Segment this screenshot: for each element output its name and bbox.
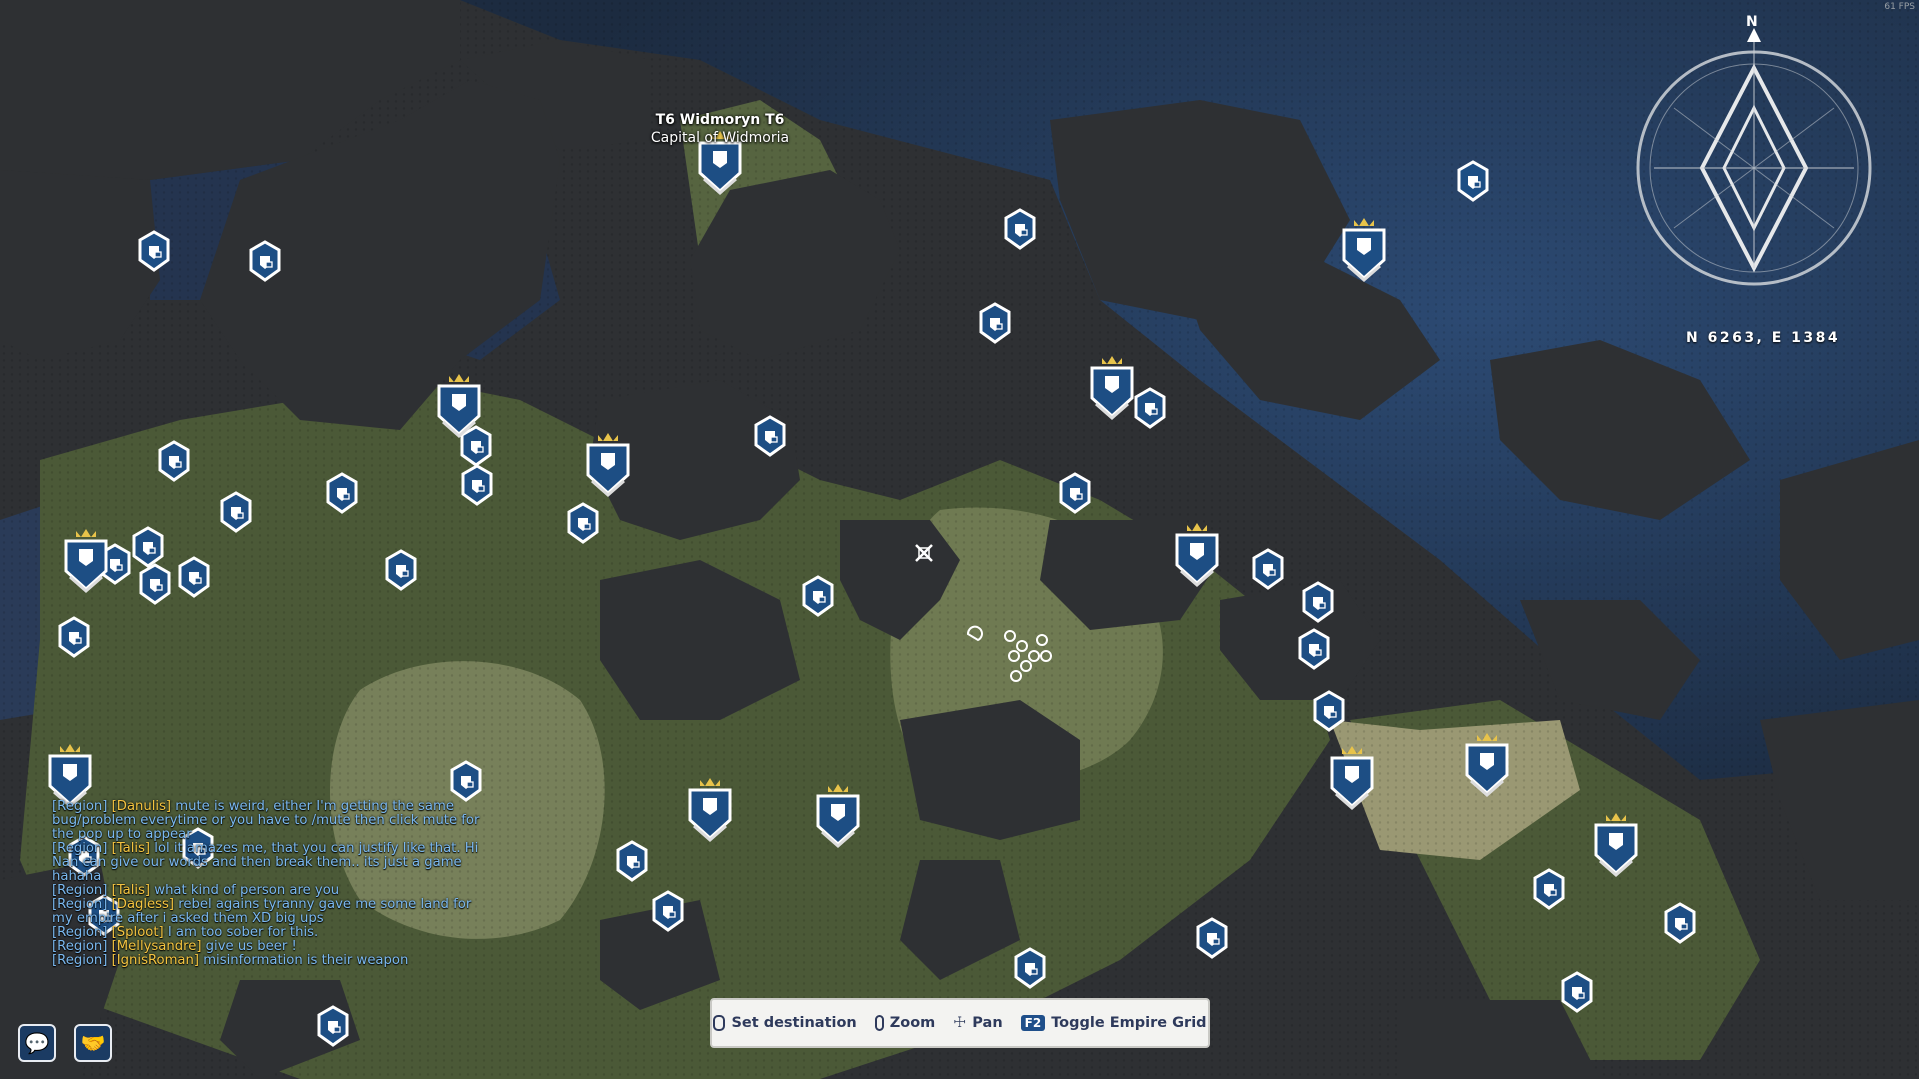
diplomacy-button[interactable]: 🤝 [74,1024,112,1062]
handshake-icon: 🤝 [80,1031,106,1055]
capital-subtitle: Capital of Widmoria [650,130,790,146]
fps-counter: 61 FPS [1884,2,1915,12]
set-destination-hint[interactable]: Set destination [713,1015,857,1031]
capital-title: T6 Widmoryn T6 [655,112,785,128]
chat-message: [Region] [Mellysandre] give us beer ! [52,939,297,954]
coordinates-readout: N 6263, E 1384 [1686,330,1841,346]
chat-message: [Region] [Sploot] I am too sober for thi… [52,925,319,940]
chat-button[interactable]: 💬 [18,1024,56,1062]
pan-icon: ☩ [953,1015,967,1031]
capital-label[interactable]: T6 Widmoryn T6 Capital of Widmoria [630,111,810,147]
mouse-left-icon [713,1015,726,1031]
chat-message: [Region] [Talis] lol it amazes me, that … [52,841,479,884]
map-controls-bar: Set destination Zoom ☩ Pan F2 Toggle Emp… [710,998,1210,1048]
chat-message: [Region] [IgnisRoman] misinformation is … [52,953,409,968]
toggle-empire-grid-button[interactable]: F2 Toggle Empire Grid [1020,1015,1207,1031]
f2-key-icon: F2 [1020,1015,1046,1031]
zoom-hint[interactable]: Zoom [874,1015,935,1031]
chat-icon: 💬 [24,1031,50,1055]
chat-message: [Region] [Dagless] rebel agains tyranny … [52,897,472,926]
chat-message: [Region] [Danulis] mute is weird, either… [52,799,480,842]
chat-log: [Region] [Danulis] mute is weird, either… [52,800,484,968]
chat-message: [Region] [Talis] what kind of person are… [52,883,340,898]
compass-north-label: N [1746,14,1758,30]
mouse-wheel-icon [874,1015,884,1031]
player-position-icon [915,544,933,562]
pan-hint[interactable]: ☩ Pan [953,1015,1002,1031]
